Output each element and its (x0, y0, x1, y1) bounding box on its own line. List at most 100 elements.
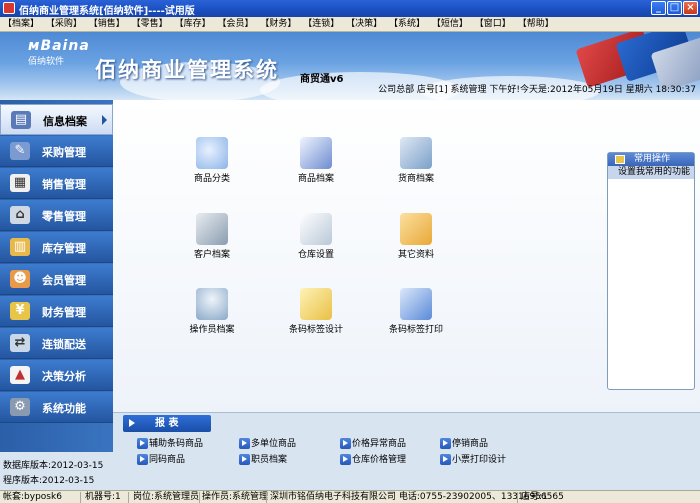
minimize-button[interactable]: _ (651, 1, 666, 15)
status-account: 帐套:byposk6 (3, 492, 62, 502)
sidebar-item-analysis[interactable]: ▲ 决策分析 (0, 360, 113, 391)
function-label: 货商档案 (397, 174, 434, 184)
sidebar-item-sales[interactable]: ▦ 销售管理 (0, 168, 113, 199)
function-operator-file[interactable]: 操作员档案 (172, 288, 252, 348)
menu-retail[interactable]: 【零售】 (131, 17, 169, 31)
sidebar-item-label: 财务管理 (42, 306, 86, 319)
arrow-right-icon (239, 454, 250, 465)
function-label: 客户档案 (193, 250, 230, 260)
retail-basket-icon: ⌂ (10, 206, 30, 224)
chevron-right-icon (102, 115, 107, 125)
function-barcode-print[interactable]: 条码标签打印 (376, 288, 456, 348)
system-gear-icon: ⚙ (10, 398, 30, 416)
purchase-icon: ✎ (10, 142, 30, 160)
operator-file-icon (196, 288, 228, 320)
status-company: 深圳市铭佰纳电子科技有限公司 电话:0755-23902005、13316956… (270, 492, 564, 502)
sidebar-item-label: 会员管理 (42, 274, 86, 287)
sidebar-item-label: 销售管理 (42, 178, 86, 191)
menu-sms[interactable]: 【短信】 (431, 17, 469, 31)
common-operations-header[interactable]: 常用操作 (608, 153, 694, 166)
logo: ᴍBaina 佰纳软件 (28, 38, 90, 67)
status-operator: 操作员:系统管理 (202, 492, 269, 502)
menu-inventory[interactable]: 【库存】 (174, 17, 212, 31)
reports-title: 报 表 (155, 418, 179, 429)
title-bar[interactable]: 佰纳商业管理系统[佰纳软件]----试用版 _ □ × (0, 0, 700, 17)
sidebar-item-info-archive[interactable]: ▤ 信息档案 (0, 104, 113, 135)
logo-text: 佰纳软件 (28, 57, 65, 67)
menu-archive[interactable]: 【档案】 (2, 17, 40, 31)
other-data-icon (400, 213, 432, 245)
report-link-same-code[interactable]: 同码商品 (137, 454, 185, 467)
function-warehouse[interactable]: 仓库设置 (276, 213, 356, 273)
status-post: 岗位:系统管理员 (133, 492, 200, 502)
menu-decision[interactable]: 【决策】 (345, 17, 383, 31)
sidebar-item-label: 采购管理 (42, 146, 86, 159)
chain-delivery-icon: ⇄ (10, 334, 30, 352)
function-customer-file[interactable]: 客户档案 (172, 213, 252, 273)
function-label: 仓库设置 (297, 250, 334, 260)
report-link-discontinued[interactable]: 停销商品 (440, 438, 488, 451)
function-supplier-file[interactable]: 货商档案 (376, 137, 456, 197)
version-info: 数据库版本:2012-03-15 程序版本:2012-03-15 (0, 452, 113, 490)
sidebar-item-label: 决策分析 (42, 370, 86, 383)
function-label: 操作员档案 (189, 325, 235, 335)
report-link-price-abnormal[interactable]: 价格异常商品 (340, 438, 406, 451)
function-goods-file[interactable]: 商品档案 (276, 137, 356, 197)
info-strip: 公司总部 店号[1] 系统管理 下午好!今天是:2012年05月19日 星期六 … (0, 80, 700, 95)
sidebar-item-finance[interactable]: ¥ 财务管理 (0, 296, 113, 327)
barcode-print-icon (400, 288, 432, 320)
logo-mark: ᴍBaina (28, 38, 90, 54)
reports-panel: 报 表 辅助条码商品 多单位商品 价格异常商品 停销商品 同码商品 职员档案 仓… (113, 412, 700, 490)
goods-file-icon (300, 137, 332, 169)
app-version: 程序版本:2012-03-15 (3, 476, 95, 486)
sidebar-item-inventory[interactable]: ▥ 库存管理 (0, 232, 113, 263)
sidebar-item-label: 零售管理 (42, 210, 86, 223)
info-file-icon: ▤ (11, 111, 31, 129)
menu-help[interactable]: 【帮助】 (517, 17, 555, 31)
reports-header[interactable]: 报 表 (123, 415, 211, 432)
maximize-button[interactable]: □ (667, 1, 682, 15)
menu-chain[interactable]: 【连锁】 (302, 17, 340, 31)
sales-icon: ▦ (10, 174, 30, 192)
function-label: 商品档案 (297, 174, 334, 184)
sidebar: ▤ 信息档案 ✎ 采购管理 ▦ 销售管理 ⌂ 零售管理 ▥ 库存管理 ☻ 会员管… (0, 100, 113, 490)
sidebar-item-chain[interactable]: ⇄ 连锁配送 (0, 328, 113, 359)
sidebar-item-label: 系统功能 (42, 402, 86, 415)
inventory-icon: ▥ (10, 238, 30, 256)
common-operations-panel: 常用操作 设置我常用的功能 (607, 152, 695, 390)
function-category[interactable]: 商品分类 (172, 137, 252, 197)
menu-system[interactable]: 【系统】 (388, 17, 426, 31)
report-link-staff-file[interactable]: 职员档案 (239, 454, 287, 467)
customer-file-icon (196, 213, 228, 245)
arrow-right-icon (340, 438, 351, 449)
set-common-functions-link[interactable]: 设置我常用的功能 (608, 166, 694, 179)
arrow-right-icon (137, 438, 148, 449)
common-operations-title: 常用操作 (634, 154, 671, 164)
menu-member[interactable]: 【会员】 (216, 17, 254, 31)
sidebar-item-retail[interactable]: ⌂ 零售管理 (0, 200, 113, 231)
report-link-receipt-print[interactable]: 小票打印设计 (440, 454, 506, 467)
report-link-aux-barcode[interactable]: 辅助条码商品 (137, 438, 203, 451)
sidebar-item-label: 库存管理 (42, 242, 86, 255)
supplier-file-icon (400, 137, 432, 169)
sidebar-item-label: 信息档案 (43, 115, 87, 128)
arrow-right-icon (129, 419, 135, 427)
report-link-multi-unit[interactable]: 多单位商品 (239, 438, 296, 451)
menu-finance[interactable]: 【财务】 (259, 17, 297, 31)
sidebar-item-label: 连锁配送 (42, 338, 86, 351)
function-other-data[interactable]: 其它资料 (376, 213, 456, 273)
report-link-warehouse-price[interactable]: 仓库价格管理 (340, 454, 406, 467)
function-label: 其它资料 (397, 250, 434, 260)
menu-sales[interactable]: 【销售】 (88, 17, 126, 31)
sidebar-item-system[interactable]: ⚙ 系统功能 (0, 392, 113, 423)
menu-bar: 【档案】 【采购】 【销售】 【零售】 【库存】 【会员】 【财务】 【连锁】 … (0, 17, 700, 32)
function-barcode-design[interactable]: 条码标签设计 (276, 288, 356, 348)
sidebar-item-purchase[interactable]: ✎ 采购管理 (0, 136, 113, 167)
sidebar-item-members[interactable]: ☻ 会员管理 (0, 264, 113, 295)
menu-purchase[interactable]: 【采购】 (45, 17, 83, 31)
menu-window[interactable]: 【窗口】 (474, 17, 512, 31)
close-button[interactable]: × (683, 1, 698, 15)
folder-icon (615, 155, 625, 164)
analysis-icon: ▲ (10, 366, 30, 384)
session-info: 公司总部 店号[1] 系统管理 下午好!今天是:2012年05月19日 星期六 … (378, 85, 696, 95)
